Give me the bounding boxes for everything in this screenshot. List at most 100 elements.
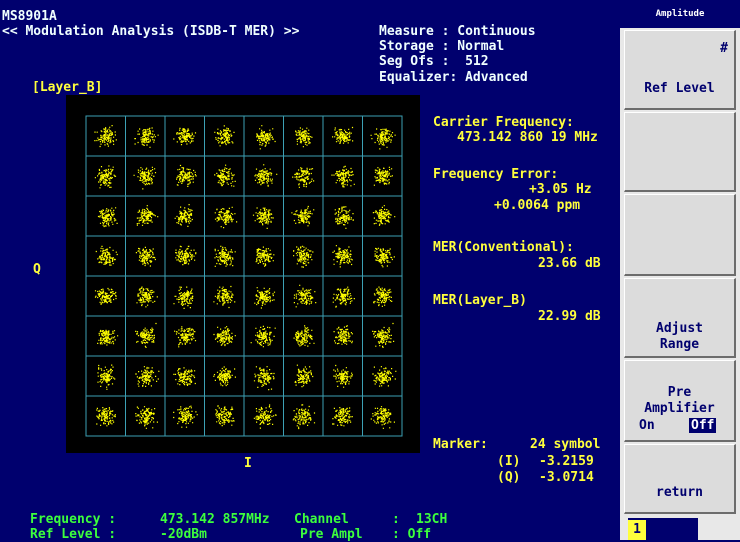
symbol-cluster: [214, 125, 235, 147]
frequency-error-hz: +3.05 Hz: [529, 182, 592, 197]
marker-i-label: (I): [497, 454, 521, 469]
pre-amp-on-option: On: [639, 418, 655, 433]
symbol-points: [173, 286, 194, 309]
symbol-points: [254, 164, 278, 187]
symbol-points: [215, 405, 235, 427]
symbol-points: [332, 286, 355, 308]
storage-mode: Storage : Normal: [379, 39, 505, 54]
footer-frequency-label: Frequency :: [30, 512, 117, 527]
symbol-points: [293, 325, 315, 347]
symbol-points: [135, 406, 158, 429]
symbol-points: [373, 286, 393, 307]
symbol-cluster: [372, 322, 395, 348]
symbol-cluster: [253, 404, 277, 429]
softkey-panel-title: Amplitude: [620, 0, 740, 28]
page-number: 1: [628, 520, 646, 540]
symbol-cluster: [293, 325, 315, 347]
symbol-cluster: [254, 287, 276, 309]
symbol-cluster: [292, 167, 315, 188]
symbol-points: [214, 164, 236, 187]
frequency-error-label: Frequency Error:: [433, 167, 559, 182]
symbol-points: [94, 287, 117, 305]
ref-level-softkey[interactable]: # Ref Level: [624, 30, 736, 110]
adjust-range-softkey[interactable]: Adjust Range: [624, 278, 736, 358]
symbol-cluster: [293, 284, 317, 308]
symbol-points: [332, 245, 353, 268]
symbol-cluster: [254, 164, 278, 187]
layer-label: [Layer_B]: [32, 80, 103, 95]
symbol-cluster: [215, 405, 235, 427]
adjust-range-line1: Adjust: [656, 321, 703, 336]
symbol-cluster: [133, 166, 157, 190]
mer-conventional-label: MER(Conventional):: [433, 240, 574, 255]
symbol-points: [94, 125, 117, 148]
symbol-points: [97, 329, 119, 346]
symbol-cluster: [373, 166, 393, 186]
symbol-points: [292, 167, 315, 188]
symbol-points: [253, 366, 275, 391]
symbol-cluster: [94, 287, 117, 305]
symbol-points: [213, 366, 236, 387]
symbol-points: [293, 284, 317, 308]
symbol-points: [214, 206, 238, 229]
footer-channel-sep: :: [392, 512, 400, 527]
symbol-points: [295, 127, 313, 148]
symbol-cluster: [372, 205, 396, 226]
symbol-points: [292, 404, 316, 430]
symbol-cluster: [176, 164, 197, 187]
symbol-cluster: [135, 322, 157, 348]
pre-amp-line2: Amplifier: [644, 401, 715, 416]
i-axis-label: I: [244, 456, 252, 471]
symbol-cluster: [293, 245, 314, 268]
symbol-cluster: [136, 286, 158, 308]
symbol-cluster: [97, 329, 119, 346]
symbol-cluster: [173, 367, 196, 386]
symbol-points: [333, 325, 353, 345]
symbol-points: [135, 246, 156, 267]
symbol-points: [133, 166, 157, 190]
q-axis-label: Q: [33, 262, 41, 277]
symbol-cluster: [213, 285, 236, 309]
mer-layer-value: 22.99 dB: [538, 309, 601, 324]
symbol-cluster: [256, 125, 276, 150]
symbol-points: [214, 125, 235, 147]
symbol-points: [97, 207, 118, 228]
symbol-points: [95, 245, 118, 266]
symbol-cluster: [250, 325, 276, 348]
symbol-points: [213, 326, 236, 347]
measurement-screen: MS8901A << Modulation Analysis (ISDB-T M…: [0, 0, 620, 542]
symbol-points: [135, 366, 160, 387]
marker-symbol: 24 symbol: [530, 437, 601, 452]
symbol-points: [174, 326, 197, 348]
symbol-cluster: [374, 247, 395, 268]
softkey-2-empty[interactable]: [624, 112, 736, 192]
symbol-cluster: [96, 407, 116, 427]
symbol-cluster: [292, 404, 316, 430]
softkey-3-empty[interactable]: [624, 194, 736, 276]
equalizer-mode: Equalizer: Advanced: [379, 70, 528, 85]
symbol-cluster: [94, 125, 117, 148]
adjust-range-line2: Range: [659, 337, 700, 352]
return-softkey[interactable]: return: [624, 444, 736, 514]
symbol-points: [370, 128, 396, 150]
symbol-cluster: [255, 246, 275, 267]
symbol-cluster: [95, 245, 118, 266]
symbol-points: [176, 164, 197, 187]
mer-layer-label: MER(Layer_B): [433, 293, 527, 308]
pre-amp-off-option-selected: Off: [689, 418, 717, 433]
symbol-points: [173, 127, 197, 146]
symbol-points: [291, 205, 315, 227]
symbol-cluster: [174, 326, 197, 348]
segment-offset: Seg Ofs : 512: [379, 54, 489, 69]
marker-label: Marker:: [433, 437, 488, 452]
symbol-cluster: [135, 406, 158, 429]
marker-q-label: (Q): [497, 470, 521, 485]
symbol-points: [334, 206, 354, 229]
symbol-cluster: [213, 366, 236, 387]
carrier-frequency-value: 473.142 860 19 MHz: [457, 130, 598, 145]
pre-amplifier-softkey[interactable]: Pre Amplifier On Off: [624, 360, 736, 442]
symbol-cluster: [214, 245, 236, 267]
symbol-cluster: [214, 164, 236, 187]
symbol-cluster: [332, 126, 354, 144]
footer-channel-value: 13CH: [416, 512, 448, 527]
